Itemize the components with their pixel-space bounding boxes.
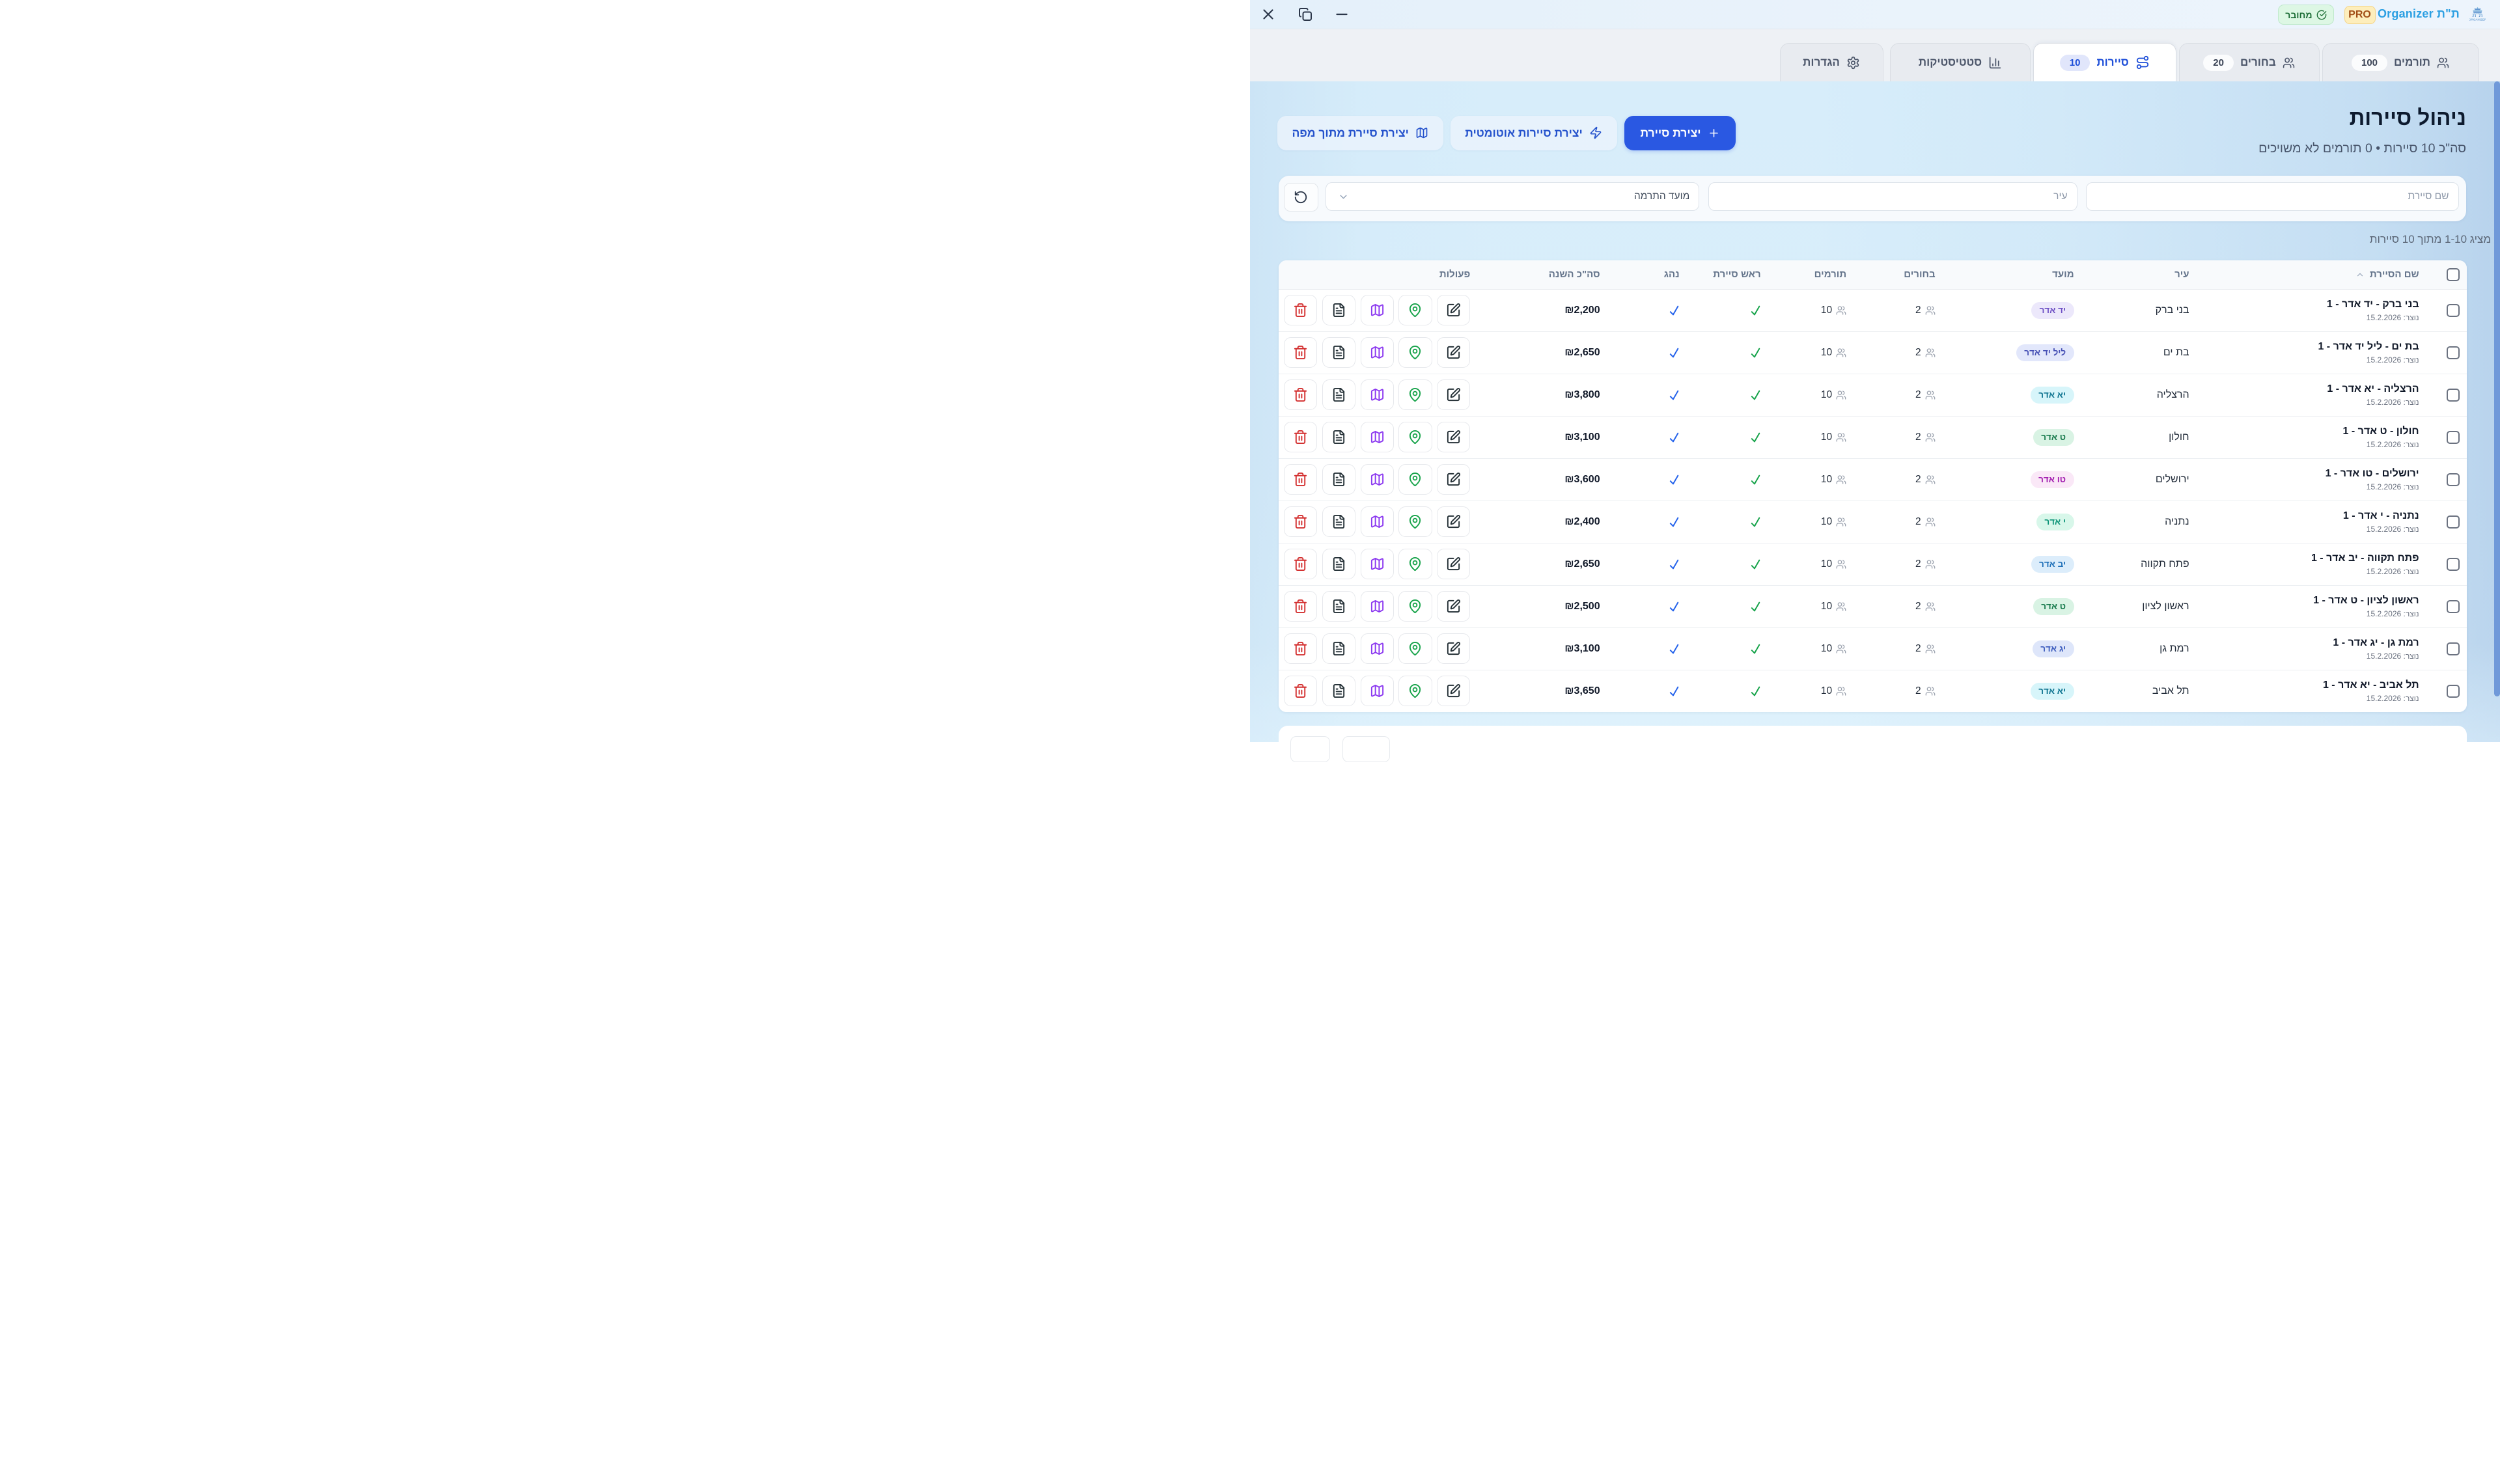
svg-text:ת"ת: ת"ת bbox=[2472, 12, 2482, 18]
svg-text:ORGANIZER: ORGANIZER bbox=[2469, 18, 2486, 21]
